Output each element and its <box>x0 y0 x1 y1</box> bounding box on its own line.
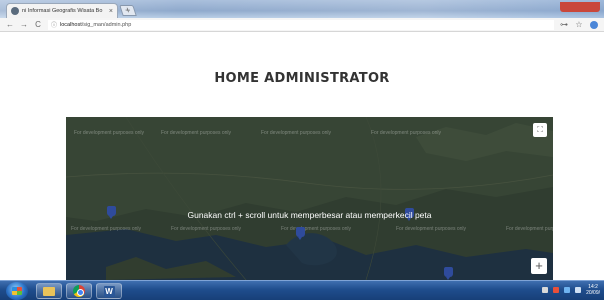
key-icon[interactable]: ⊶ <box>560 20 568 30</box>
address-bar[interactable]: ⓘ localhost/sig_man/admin.php <box>48 19 554 30</box>
bookmark-star-icon[interactable]: ☆ <box>575 20 583 30</box>
site-info-icon[interactable]: ⓘ <box>51 20 57 29</box>
forward-icon[interactable]: → <box>20 20 28 30</box>
map-watermark: For development purposes only <box>71 226 142 232</box>
back-icon[interactable]: ← <box>6 20 14 30</box>
taskbar-clock[interactable]: 14:2 20/09/ <box>586 284 600 296</box>
reload-icon[interactable]: C <box>34 20 42 30</box>
tray-expand-icon[interactable] <box>542 287 549 293</box>
map-watermark: For development purposes only <box>396 226 467 232</box>
fullscreen-icon: ⛶ <box>537 125 543 134</box>
browser-toolbar: ← → C ⓘ localhost/sig_man/admin.php ⊶ ☆ <box>0 18 604 32</box>
windows-taskbar: W 14:2 20/09/ <box>0 280 604 300</box>
url-path: /sig_man/admin.php <box>81 21 132 28</box>
word-icon: W <box>103 285 115 297</box>
network-icon[interactable] <box>564 287 571 293</box>
favicon-icon <box>11 7 19 15</box>
map-watermark: For development purposes only <box>281 226 352 232</box>
browser-tab-strip: ni Informasi Geografis Wisata Bo × + <box>0 0 604 18</box>
map-marker[interactable] <box>296 227 305 240</box>
url-host: localhost <box>60 21 82 28</box>
map-marker[interactable] <box>444 267 453 280</box>
toolbar-actions: ⊶ ☆ <box>560 20 598 30</box>
zoom-in-button[interactable]: + <box>531 258 547 274</box>
map-watermark: For development purposes only <box>161 130 232 136</box>
map-dim-overlay <box>66 117 553 280</box>
page-title: HOME ADMINISTRATOR <box>214 71 390 86</box>
tab-title: ni Informasi Geografis Wisata Bo <box>22 8 103 14</box>
system-tray: 14:2 20/09/ <box>542 284 600 296</box>
taskbar-chrome[interactable] <box>66 283 92 299</box>
window-close-button[interactable] <box>560 2 600 12</box>
clock-date: 20/09/ <box>586 290 600 296</box>
map-watermark: For development purposes only <box>506 226 553 232</box>
map-scroll-hint: Gunakan ctrl + scroll untuk memperbesar … <box>187 210 432 220</box>
map-watermark: For development purposes only <box>74 130 145 136</box>
map-watermark: For development purposes only <box>261 130 332 136</box>
windows-logo-icon <box>12 287 22 295</box>
map-watermark: For development purposes only <box>171 226 242 232</box>
taskbar-word[interactable]: W <box>96 283 122 299</box>
browser-tab[interactable]: ni Informasi Geografis Wisata Bo × <box>6 3 118 18</box>
page-content: HOME ADMINISTRATOR For development purpo… <box>0 33 604 280</box>
start-button[interactable] <box>6 282 28 300</box>
tray-app-icon[interactable] <box>553 287 560 293</box>
map-container[interactable]: For development purposes only For develo… <box>66 117 553 280</box>
volume-icon[interactable] <box>575 287 582 293</box>
address-url: localhost/sig_man/admin.php <box>60 22 131 28</box>
map-watermark: For development purposes only <box>371 130 442 136</box>
fullscreen-button[interactable]: ⛶ <box>533 123 547 137</box>
chrome-icon <box>73 285 85 297</box>
extension-icon[interactable] <box>590 20 598 29</box>
taskbar-explorer[interactable] <box>36 283 62 299</box>
folder-icon <box>43 286 55 296</box>
tab-close-icon[interactable]: × <box>109 8 113 15</box>
